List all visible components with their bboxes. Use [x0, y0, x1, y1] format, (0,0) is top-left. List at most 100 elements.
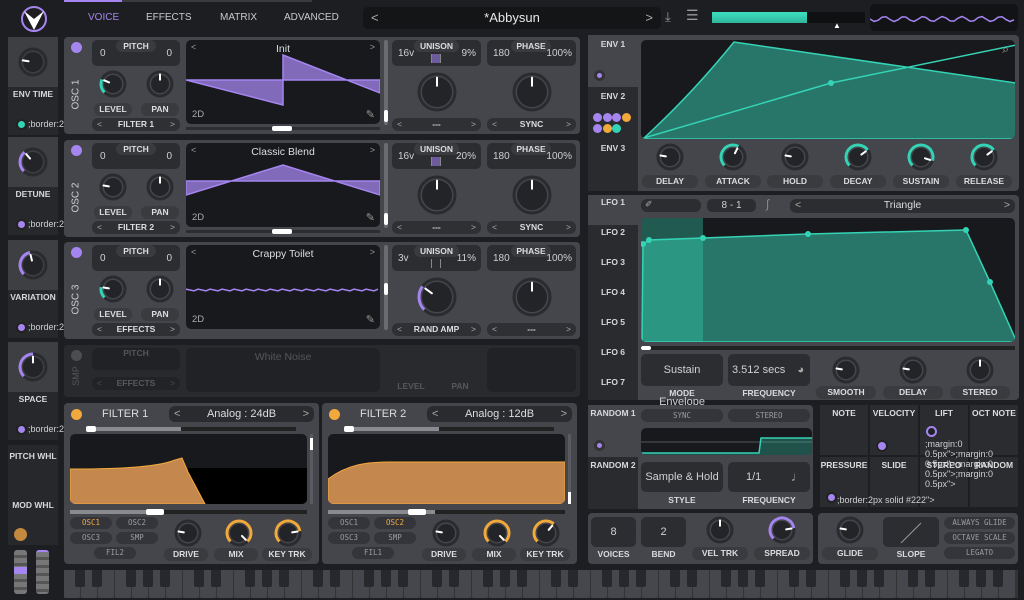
grid-x[interactable]: 8	[721, 200, 727, 211]
next-arrow-icon[interactable]: >	[170, 323, 175, 336]
pitch-box[interactable]: PITCH 0 0	[92, 245, 180, 271]
phase-value[interactable]: 180	[493, 48, 510, 59]
edit-pencil-icon[interactable]: ✎	[366, 211, 375, 224]
wavetable-name[interactable]: Init	[186, 43, 380, 55]
smooth-curve-icon[interactable]: ∫	[766, 197, 769, 211]
phase-value[interactable]: 180	[493, 253, 510, 264]
macro-label[interactable]: VARIATION	[8, 292, 58, 302]
filter-source-fil1[interactable]: FIL1	[352, 547, 394, 559]
volume-handle-icon[interactable]: ▲	[833, 21, 841, 30]
unison-box[interactable]: UNISON 16v 9%	[392, 40, 481, 66]
envelope-graph[interactable]: ⌕	[641, 40, 1015, 139]
phase-box[interactable]: PHASE 180 100%	[487, 143, 576, 169]
spread-knob[interactable]	[768, 516, 796, 544]
destination-selector[interactable]: < FILTER 1 >	[92, 118, 180, 131]
volume-meter[interactable]	[712, 12, 865, 23]
slope-display[interactable]	[883, 517, 939, 547]
phase-randomize[interactable]: 100%	[546, 253, 572, 264]
destination-selector[interactable]: < EFFECTS >	[92, 323, 180, 336]
tab-random2[interactable]: RANDOM 2	[585, 460, 641, 470]
env-attack-knob[interactable]	[719, 143, 747, 171]
next-arrow-icon[interactable]: >	[566, 323, 571, 336]
pitch-tune[interactable]: 0	[166, 253, 172, 264]
tab-env1[interactable]: ENV 1	[588, 39, 638, 49]
dimension-label[interactable]: 2D	[192, 314, 204, 325]
legato-toggle[interactable]: LEGATO	[944, 547, 1015, 559]
wavetable-next[interactable]: >	[370, 42, 375, 52]
prev-arrow-icon[interactable]: <	[97, 377, 102, 390]
keyboard[interactable]	[64, 570, 1018, 598]
osc-volume-slider[interactable]	[384, 40, 388, 125]
filter-cutoff-slider[interactable]	[70, 509, 307, 515]
dimension-label[interactable]: 2D	[192, 212, 204, 223]
wavetable-next[interactable]: >	[370, 247, 375, 257]
env-delay-knob[interactable]	[656, 143, 684, 171]
save-icon[interactable]: ⤓	[665, 9, 671, 25]
filter-key-trk-knob[interactable]	[532, 519, 560, 547]
tab-env3[interactable]: ENV 3	[588, 143, 638, 153]
filter-source-smp[interactable]: SMP	[374, 532, 416, 544]
tab-random1[interactable]: RANDOM 1	[585, 408, 641, 418]
next-preset-button[interactable]: >	[645, 10, 653, 25]
next-arrow-icon[interactable]: >	[170, 377, 175, 390]
pitch-tune[interactable]: 0	[166, 151, 172, 162]
prev-arrow-icon[interactable]: <	[97, 221, 102, 234]
prev-arrow-icon[interactable]: <	[492, 323, 497, 336]
filter-type-selector[interactable]: < Analog : 24dB >	[169, 406, 314, 422]
wavetable-display[interactable]: < Crappy Toilet > 2D ✎	[186, 245, 380, 329]
filter-power-toggle[interactable]	[71, 409, 82, 420]
filter-mix-knob[interactable]	[483, 519, 511, 547]
edit-pencil-icon[interactable]: ✎	[366, 108, 375, 121]
filter-source-smp[interactable]: SMP	[116, 532, 158, 544]
next-arrow-icon[interactable]: >	[566, 118, 571, 131]
phase-randomize[interactable]: 100%	[546, 48, 572, 59]
filter-drive-knob[interactable]	[174, 519, 202, 547]
pan-knob[interactable]	[146, 70, 174, 98]
phase-knob[interactable]	[512, 175, 552, 215]
destination-selector[interactable]: < FILTER 2 >	[92, 221, 180, 234]
next-arrow-icon[interactable]: >	[471, 118, 476, 131]
random-frequency[interactable]: 1/1 ♩	[728, 462, 810, 492]
pitch-wheel[interactable]	[14, 550, 27, 594]
unison-knob[interactable]	[417, 277, 457, 317]
edit-pencil-icon[interactable]: ✎	[366, 313, 375, 326]
wave-frame-slider[interactable]	[186, 126, 380, 131]
phase-knob[interactable]	[512, 72, 552, 112]
filter-response-display[interactable]	[70, 434, 307, 504]
velocity-tracking-knob[interactable]	[706, 516, 734, 544]
tab-env2[interactable]: ENV 2	[588, 91, 638, 101]
mod-source-oct-note[interactable]: OCT NOTE	[970, 405, 1018, 455]
bend-selector[interactable]: 2	[641, 517, 686, 547]
dimension-label[interactable]: 2D	[192, 109, 204, 120]
macro-label[interactable]: ENV TIME	[8, 89, 58, 99]
prev-arrow-icon[interactable]: <	[97, 323, 102, 336]
zoom-icon[interactable]: ⌕	[1002, 42, 1009, 57]
unison-knob[interactable]	[417, 72, 457, 112]
prev-arrow-icon[interactable]: <	[492, 221, 497, 234]
filter-source-osc2[interactable]: OSC2	[374, 517, 416, 529]
tempo-mode-icon[interactable]: ◕	[797, 354, 804, 386]
wave-frame-slider[interactable]	[186, 229, 380, 234]
voices-selector[interactable]: 8	[591, 517, 636, 547]
mod-wheel[interactable]	[36, 550, 49, 594]
wavetable-next[interactable]: >	[370, 145, 375, 155]
filter-source-osc2[interactable]: OSC2	[116, 517, 158, 529]
lfo-smooth-knob[interactable]	[832, 356, 860, 384]
filter-source-osc1[interactable]: OSC1	[70, 517, 112, 529]
always-glide-toggle[interactable]: ALWAYS GLIDE	[944, 517, 1015, 529]
filter-resonance-slider[interactable]	[568, 434, 571, 504]
phase-value[interactable]: 180	[493, 151, 510, 162]
phase-box[interactable]: PHASE 180 100%	[487, 245, 576, 271]
filter-source-fil2[interactable]: FIL2	[94, 547, 136, 559]
tab-lfo7[interactable]: LFO 7	[588, 377, 638, 387]
pitch-box[interactable]: PITCH 0 0	[92, 143, 180, 169]
lfo-delay-knob[interactable]	[899, 356, 927, 384]
menu-icon[interactable]: ☰	[686, 7, 699, 24]
unison-detune[interactable]: 20%	[456, 151, 476, 162]
phase-mode-selector[interactable]: < --- >	[487, 323, 576, 336]
phase-mode-selector[interactable]: < SYNC >	[487, 221, 576, 234]
filter-blend-slider[interactable]	[86, 426, 296, 432]
sample-name[interactable]: White Noise	[186, 351, 380, 363]
osc-volume-slider[interactable]	[384, 245, 388, 330]
unison-knob[interactable]	[417, 175, 457, 215]
